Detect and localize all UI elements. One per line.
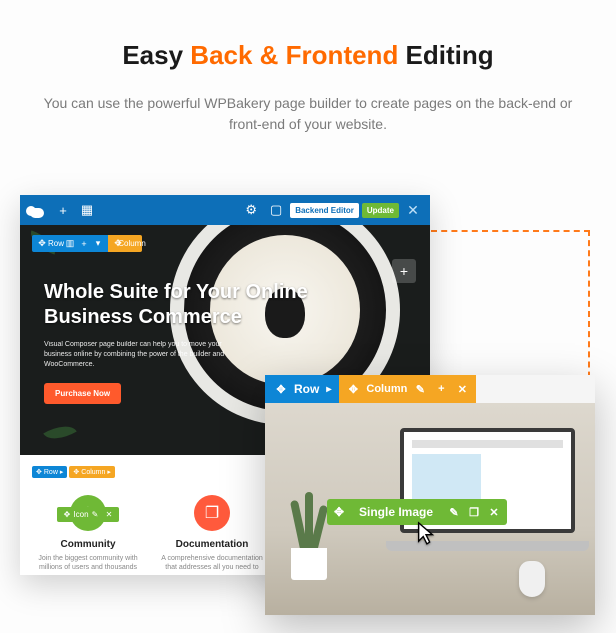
- add-element-box[interactable]: +: [392, 259, 416, 283]
- add-element-icon[interactable]: +: [52, 199, 74, 221]
- update-button[interactable]: Update: [362, 203, 399, 218]
- cursor-icon: [415, 521, 437, 547]
- add-icon[interactable]: +: [77, 237, 91, 251]
- columns-icon[interactable]: ▥: [63, 237, 77, 251]
- column-pill[interactable]: ✥ Column ✎ + ✕: [339, 375, 476, 403]
- title-pre: Easy: [122, 40, 190, 70]
- delete-icon[interactable]: ✕: [102, 508, 116, 522]
- delete-icon[interactable]: ✕: [485, 503, 503, 521]
- caret-icon[interactable]: ▾: [91, 237, 105, 251]
- backend-editor-button[interactable]: Backend Editor: [290, 203, 359, 218]
- card-title: Community: [32, 539, 144, 550]
- page-subtitle: You can use the powerful WPBakery page b…: [30, 93, 586, 135]
- move-icon[interactable]: ✥: [36, 468, 42, 476]
- page-title: Easy Back & Frontend Editing: [30, 40, 586, 71]
- move-icon[interactable]: ✥: [35, 237, 49, 251]
- column-label: Column: [125, 237, 139, 251]
- popup-canvas: ✥ Single Image ✎ ❐ ✕: [265, 403, 595, 615]
- close-editor-icon[interactable]: ✕: [402, 199, 424, 221]
- responsive-icon[interactable]: ▢: [265, 199, 287, 221]
- hero-heading: Whole Suite for Your Online Business Com…: [44, 280, 308, 330]
- hero-heading-l1: Whole Suite for Your Online: [44, 281, 308, 303]
- mouse-image: [519, 561, 545, 597]
- template-icon[interactable]: ▦: [76, 199, 98, 221]
- caret-icon[interactable]: ▸: [107, 468, 111, 476]
- edit-icon[interactable]: ✎: [445, 503, 463, 521]
- editor-topbar: + ▦ ⚙ ▢ Backend Editor Update ✕: [20, 195, 430, 225]
- hero-paragraph: Visual Composer page builder can help yo…: [44, 340, 244, 369]
- delete-icon[interactable]: ✕: [454, 381, 470, 397]
- settings-gear-icon[interactable]: ⚙: [240, 199, 262, 221]
- row-toolbar[interactable]: ✥ Row ▥ + ▾ ✥ Column: [32, 235, 142, 252]
- row-label: Row: [294, 382, 319, 396]
- card-desc: A comprehensive documentation that addre…: [156, 554, 268, 572]
- column-label: Column: [366, 383, 407, 395]
- wpbakery-logo-icon: [26, 204, 46, 216]
- documentation-icon: ❐: [194, 495, 230, 531]
- title-accent: Back & Frontend: [190, 40, 398, 70]
- title-post: Editing: [398, 40, 493, 70]
- element-editor-popup: ✥ Row ▸ ✥ Column ✎ + ✕ ✥ Single Image ✎: [265, 375, 595, 615]
- move-icon[interactable]: ✥: [273, 381, 289, 397]
- feature-card-community: ⯌ ✥ Icon ✎ ✕ Community Join the biggest …: [32, 487, 144, 572]
- leaf-decoration: [43, 419, 76, 447]
- caret-icon[interactable]: ▸: [60, 468, 64, 476]
- row-pill[interactable]: ✥ Row ▸: [265, 375, 339, 403]
- purchase-button[interactable]: Purchase Now: [44, 383, 121, 404]
- clone-icon[interactable]: ❐: [465, 503, 483, 521]
- popup-toolbar: ✥ Row ▸ ✥ Column ✎ + ✕: [265, 375, 595, 403]
- move-icon[interactable]: ✥: [60, 508, 74, 522]
- hero-heading-l2: Business Commerce: [44, 306, 242, 328]
- card-title: Documentation: [156, 539, 268, 550]
- move-icon[interactable]: ✥: [345, 381, 361, 397]
- card-desc: Join the biggest community with millions…: [32, 554, 144, 572]
- element-toolbar[interactable]: ✥ Icon ✎ ✕: [57, 507, 119, 522]
- element-label: Icon: [74, 508, 88, 522]
- feature-card-documentation: ❐ Documentation A comprehensive document…: [156, 487, 268, 572]
- edit-icon[interactable]: ✎: [88, 508, 102, 522]
- add-icon[interactable]: +: [433, 381, 449, 397]
- move-icon[interactable]: ✥: [327, 505, 351, 519]
- row-label: Row: [44, 469, 58, 476]
- chevron-right-icon[interactable]: ▸: [326, 384, 331, 395]
- column-label: Column: [81, 469, 105, 476]
- move-icon[interactable]: ✥: [73, 468, 79, 476]
- edit-icon[interactable]: ✎: [412, 381, 428, 397]
- single-image-label: Single Image: [351, 505, 441, 519]
- row-label: Row: [49, 237, 63, 251]
